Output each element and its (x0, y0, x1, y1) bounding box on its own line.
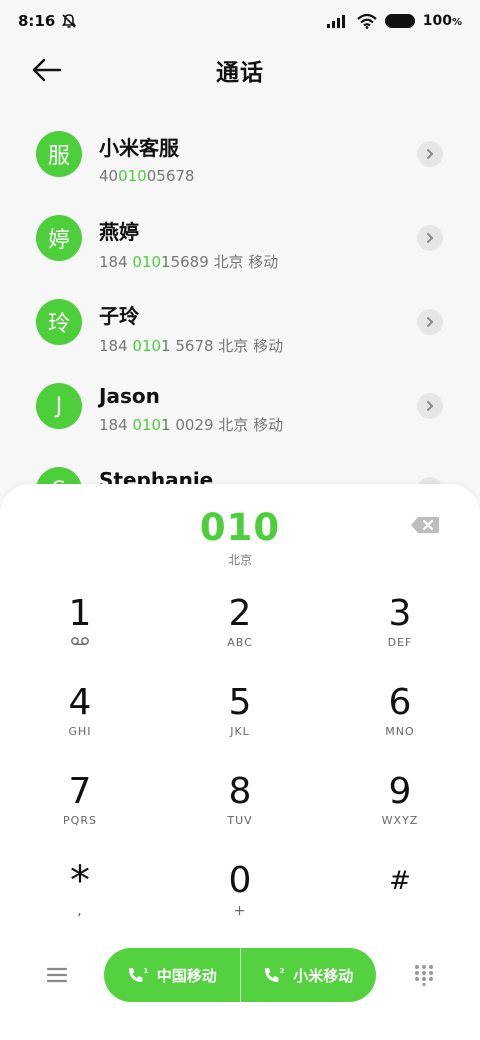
key-0[interactable]: 0 + (180, 861, 300, 941)
contact-item[interactable]: J Jason 184 0101 0029 北京 移动 (0, 364, 480, 448)
avatar: 玲 (36, 299, 82, 345)
contact-name: 小米客服 (99, 136, 179, 160)
contact-detail-button[interactable] (417, 393, 443, 419)
contact-item[interactable]: 服 小米客服 4001005678 (0, 112, 480, 196)
signal-icon (326, 15, 345, 28)
dialer-panel: 010 北京 1 2 ABC 3 DEF 4 GHI 5 JKL 6 MNO 7… (0, 484, 480, 1040)
call-sim2-label: 小米移动 (293, 966, 354, 985)
key-6[interactable]: 6 MNO (340, 683, 460, 763)
chevron-right-icon (427, 317, 434, 327)
key-1[interactable]: 1 (20, 594, 140, 674)
key-9[interactable]: 9 WXYZ (340, 772, 460, 852)
battery-text: 100% (422, 13, 462, 29)
key-5[interactable]: 5 JKL (180, 683, 300, 763)
status-time: 8:16 (18, 12, 56, 30)
phone-icon: 2 (265, 967, 285, 982)
key-2[interactable]: 2 ABC (180, 594, 300, 674)
contact-number: 184 0101 5678 北京 移动 (99, 337, 284, 355)
contact-number: 184 0101 0029 北京 移动 (99, 416, 284, 434)
status-bar: 8:16 100% (0, 0, 480, 42)
call-button-group: 1 中国移动 2 小米移动 (104, 948, 376, 1002)
chevron-right-icon (427, 149, 434, 159)
phone-icon: 1 (128, 967, 148, 982)
menu-icon[interactable] (46, 966, 68, 984)
contact-number: 184 01015689 北京 移动 (99, 253, 279, 271)
battery-icon (384, 14, 415, 28)
svg-text:2: 2 (280, 967, 285, 975)
key-4[interactable]: 4 GHI (20, 683, 140, 763)
number-region: 北京 (227, 553, 252, 567)
keypad-icon[interactable] (414, 964, 434, 986)
chevron-right-icon (427, 233, 434, 243)
contact-name: Jason (99, 384, 160, 408)
call-sim1-label: 中国移动 (156, 966, 217, 985)
contact-name: 子玲 (99, 304, 139, 328)
contact-detail-button[interactable] (417, 309, 443, 335)
dialed-number: 010 (199, 506, 281, 549)
voicemail-icon (71, 637, 89, 645)
avatar: 婷 (36, 215, 82, 261)
svg-text:1: 1 (143, 967, 148, 975)
chevron-right-icon (427, 401, 434, 411)
contact-item[interactable]: 婷 燕婷 184 01015689 北京 移动 (0, 196, 480, 280)
key-7[interactable]: 7 PQRS (20, 772, 140, 852)
arrow-left-icon[interactable] (30, 56, 64, 84)
avatar: 服 (36, 131, 82, 177)
contact-name: 燕婷 (99, 220, 139, 244)
contact-list[interactable]: 服 小米客服 4001005678 婷 燕婷 184 01015689 北京 移… (0, 112, 480, 532)
contact-number: 4001005678 (99, 167, 195, 185)
bell-off-icon (62, 14, 77, 28)
wifi-icon (357, 13, 377, 29)
avatar: J (36, 383, 82, 429)
key-hash[interactable]: # (340, 861, 460, 941)
call-bar: 1 中国移动 2 小米移动 (0, 948, 480, 1002)
call-sim1-button[interactable]: 1 中国移动 (104, 948, 240, 1002)
key-star[interactable]: * , (20, 861, 140, 941)
contact-item[interactable]: 玲 子玲 184 0101 5678 北京 移动 (0, 280, 480, 364)
call-sim2-button[interactable]: 2 小米移动 (241, 948, 377, 1002)
page-title: 通话 (216, 60, 264, 86)
contact-detail-button[interactable] (417, 225, 443, 251)
key-8[interactable]: 8 TUV (180, 772, 300, 852)
contact-detail-button[interactable] (417, 141, 443, 167)
backspace-icon[interactable] (410, 516, 440, 534)
key-3[interactable]: 3 DEF (340, 594, 460, 674)
header: 通话 (0, 42, 480, 98)
